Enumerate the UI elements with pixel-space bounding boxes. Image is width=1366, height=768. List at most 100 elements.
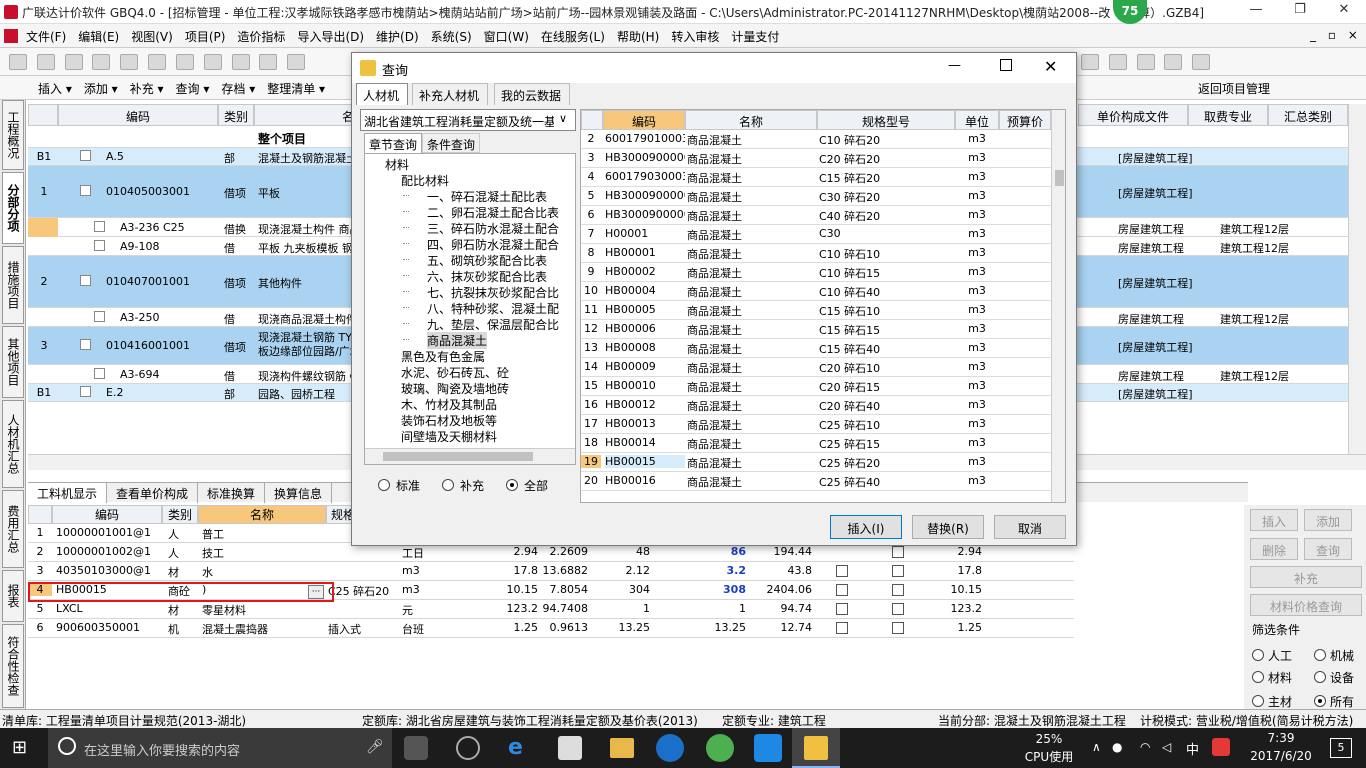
dgrid-header-spec[interactable]: 规格型号 (817, 110, 955, 130)
paste-icon[interactable] (175, 54, 194, 70)
menu-item-9[interactable]: 在线服务(L) (535, 24, 611, 49)
material-row[interactable]: 5 HB3000900000 商品混凝土 C30 碎石20 m3 (581, 187, 1051, 206)
tree-node[interactable]: 六、抹灰砂浆配合比表 (427, 268, 547, 285)
mdi-controls[interactable]: _ ▫ × (1310, 28, 1362, 42)
resource-row[interactable]: 5 LXCL 材零星材料元 123.2 94.7408 1 1 94.74 123.2 (28, 600, 1074, 619)
filter-radio-0[interactable] (1252, 649, 1264, 661)
open-folder-icon[interactable] (36, 54, 55, 70)
save-icon[interactable] (64, 54, 83, 70)
resource-checkbox-b[interactable] (892, 546, 904, 558)
task-view-icon[interactable] (404, 736, 428, 760)
lgrid-header-code[interactable]: 编码 (52, 505, 162, 524)
toolbar-action-4[interactable]: 存档 ▾ (215, 76, 261, 101)
wifi-icon[interactable]: ◠ (1140, 740, 1150, 754)
expand-toggle-icon[interactable] (80, 185, 91, 196)
resource-checkbox-b[interactable] (892, 584, 904, 596)
tree-node[interactable]: 间壁墙及天棚材料 (401, 428, 497, 445)
tree-hscroll-thumb[interactable] (383, 452, 533, 461)
material-row[interactable]: 20 HB00016 商品混凝土 C25 碎石40 m3 (581, 472, 1051, 491)
tree-node[interactable]: 装饰石材及地板等 (401, 412, 497, 429)
delete-button[interactable]: 删除 (1250, 538, 1298, 560)
tree-node[interactable]: 三、碎石防水混凝土配合 (427, 220, 559, 237)
expand-toggle-icon[interactable] (80, 386, 91, 397)
dialog-insert-button[interactable]: 插入(I) (830, 515, 902, 539)
material-row[interactable]: 7 H00001 商品混凝土 C30 m3 (581, 225, 1051, 244)
material-row[interactable]: 14 HB00009 商品混凝土 C20 碎石10 m3 (581, 358, 1051, 377)
left-tab-1[interactable]: 分部分项 (2, 172, 24, 244)
tree-node[interactable]: 木、竹材及其制品 (401, 396, 497, 413)
tree-node[interactable]: 配比材料 (401, 172, 449, 189)
menu-item-4[interactable]: 造价指标 (231, 24, 291, 49)
grid-header-type[interactable]: 类别 (218, 104, 254, 126)
scope-radio-0[interactable] (378, 479, 390, 491)
dgrid-header-name[interactable]: 名称 (685, 110, 817, 130)
filter-radio-3[interactable] (1314, 671, 1326, 683)
store-icon[interactable] (558, 736, 582, 760)
dgrid-vscroll-thumb[interactable] (1055, 170, 1064, 186)
material-row[interactable]: 13 HB00008 商品混凝土 C15 碎石40 m3 (581, 339, 1051, 358)
tree-node[interactable]: 商品混凝土 (427, 332, 488, 349)
clock-time[interactable]: 7:39 (1244, 731, 1318, 745)
layers-icon[interactable] (1136, 54, 1155, 70)
filter-radio-2[interactable] (1252, 671, 1264, 683)
menu-item-12[interactable]: 计量支付 (725, 24, 785, 49)
material-row[interactable]: 15 HB00010 商品混凝土 C20 碎石15 m3 (581, 377, 1051, 396)
close-button[interactable]: ✕ (1324, 2, 1364, 22)
material-row[interactable]: 2 600179010003 商品混凝土 C10 碎石20 m3 (581, 130, 1051, 149)
material-row[interactable]: 9 HB00002 商品混凝土 C10 碎石15 m3 (581, 263, 1051, 282)
explorer-icon[interactable] (610, 738, 634, 758)
resource-checkbox-b[interactable] (892, 565, 904, 577)
notification-center[interactable]: 5 (1330, 738, 1352, 758)
dialog-close-button[interactable]: ✕ (1044, 57, 1057, 76)
resource-row[interactable]: 6 900600350001 机 混凝土震捣器 插入式 台班 1.25 0.9613 13.25… (28, 619, 1074, 638)
menu-item-10[interactable]: 帮助(H) (611, 24, 665, 49)
material-row[interactable]: 16 HB00012 商品混凝土 C20 碎石40 m3 (581, 396, 1051, 415)
expand-toggle-icon[interactable] (80, 275, 91, 286)
clock-date[interactable]: 2017/6/20 (1244, 749, 1318, 763)
supplement-button[interactable]: 补充 (1250, 566, 1362, 588)
grid-header-summary[interactable]: 汇总类别 (1268, 104, 1348, 126)
add-button[interactable]: 添加 (1304, 509, 1352, 531)
filter-radio-4[interactable] (1252, 695, 1264, 707)
tree-node[interactable]: 黑色及有色金属 (401, 348, 485, 365)
grid-header-code[interactable]: 编码 (58, 104, 218, 126)
gbq-app-button[interactable] (792, 728, 840, 768)
subtab-chapter[interactable]: 章节查询 (364, 133, 422, 153)
scope-radio-2[interactable] (506, 479, 518, 491)
filter-radio-1[interactable] (1314, 649, 1326, 661)
dialog-cancel-button[interactable]: 取消 (994, 515, 1066, 539)
subtab-condition[interactable]: 条件查询 (422, 133, 480, 153)
tree-node[interactable]: 二、卵石混凝土配合比表 (427, 204, 559, 221)
tray-chevron-icon[interactable]: ∧ (1092, 740, 1101, 754)
material-row[interactable]: 19 HB00015 商品混凝土 C25 碎石20 m3 (581, 453, 1051, 472)
dialog-minimize-button[interactable]: — (948, 58, 961, 73)
tree-node[interactable]: 一、碎石混凝土配比表 (427, 188, 547, 205)
material-row[interactable]: 4 600179030003 商品混凝土 C15 碎石20 m3 (581, 168, 1051, 187)
ellipsis-button[interactable]: ··· (308, 585, 324, 599)
detail-tab-3[interactable]: 换算信息 (265, 483, 333, 503)
grid-header-spec[interactable]: 取费专业 (1188, 104, 1268, 126)
calc-icon[interactable] (287, 54, 306, 70)
scope-radio-1[interactable] (442, 479, 454, 491)
doc-list-icon[interactable] (1192, 54, 1211, 70)
dialog-replace-button[interactable]: 替换(R) (912, 515, 984, 539)
menu-item-11[interactable]: 转入审核 (665, 24, 725, 49)
left-tab-2[interactable]: 措施项目 (2, 246, 24, 324)
resource-checkbox-b[interactable] (892, 622, 904, 634)
edge-icon[interactable]: e (508, 736, 532, 760)
left-tab-5[interactable]: 费用汇总 (2, 490, 24, 568)
sogou-icon[interactable] (1212, 738, 1230, 756)
copy-icon[interactable] (148, 54, 167, 70)
price-query-button[interactable]: 材料价格查询 (1250, 594, 1362, 616)
dgrid-header-unit[interactable]: 单位 (955, 110, 999, 130)
expand-toggle-icon[interactable] (94, 239, 105, 251)
filter-radio-5[interactable] (1314, 695, 1326, 707)
lgrid-header-type[interactable]: 类别 (162, 505, 198, 524)
menu-item-1[interactable]: 编辑(E) (72, 24, 125, 49)
toolbar-action-0[interactable]: 插入 ▾ (32, 76, 78, 101)
cut-icon[interactable] (120, 54, 139, 70)
tree-node[interactable]: 九、垫层、保温层配合比 (427, 316, 559, 333)
detail-tab-1[interactable]: 查看单价构成 (107, 483, 199, 503)
tree-node[interactable]: 四、卵石防水混凝土配合 (427, 236, 559, 253)
dialog-tab-2[interactable]: 我的云数据 (494, 83, 570, 105)
